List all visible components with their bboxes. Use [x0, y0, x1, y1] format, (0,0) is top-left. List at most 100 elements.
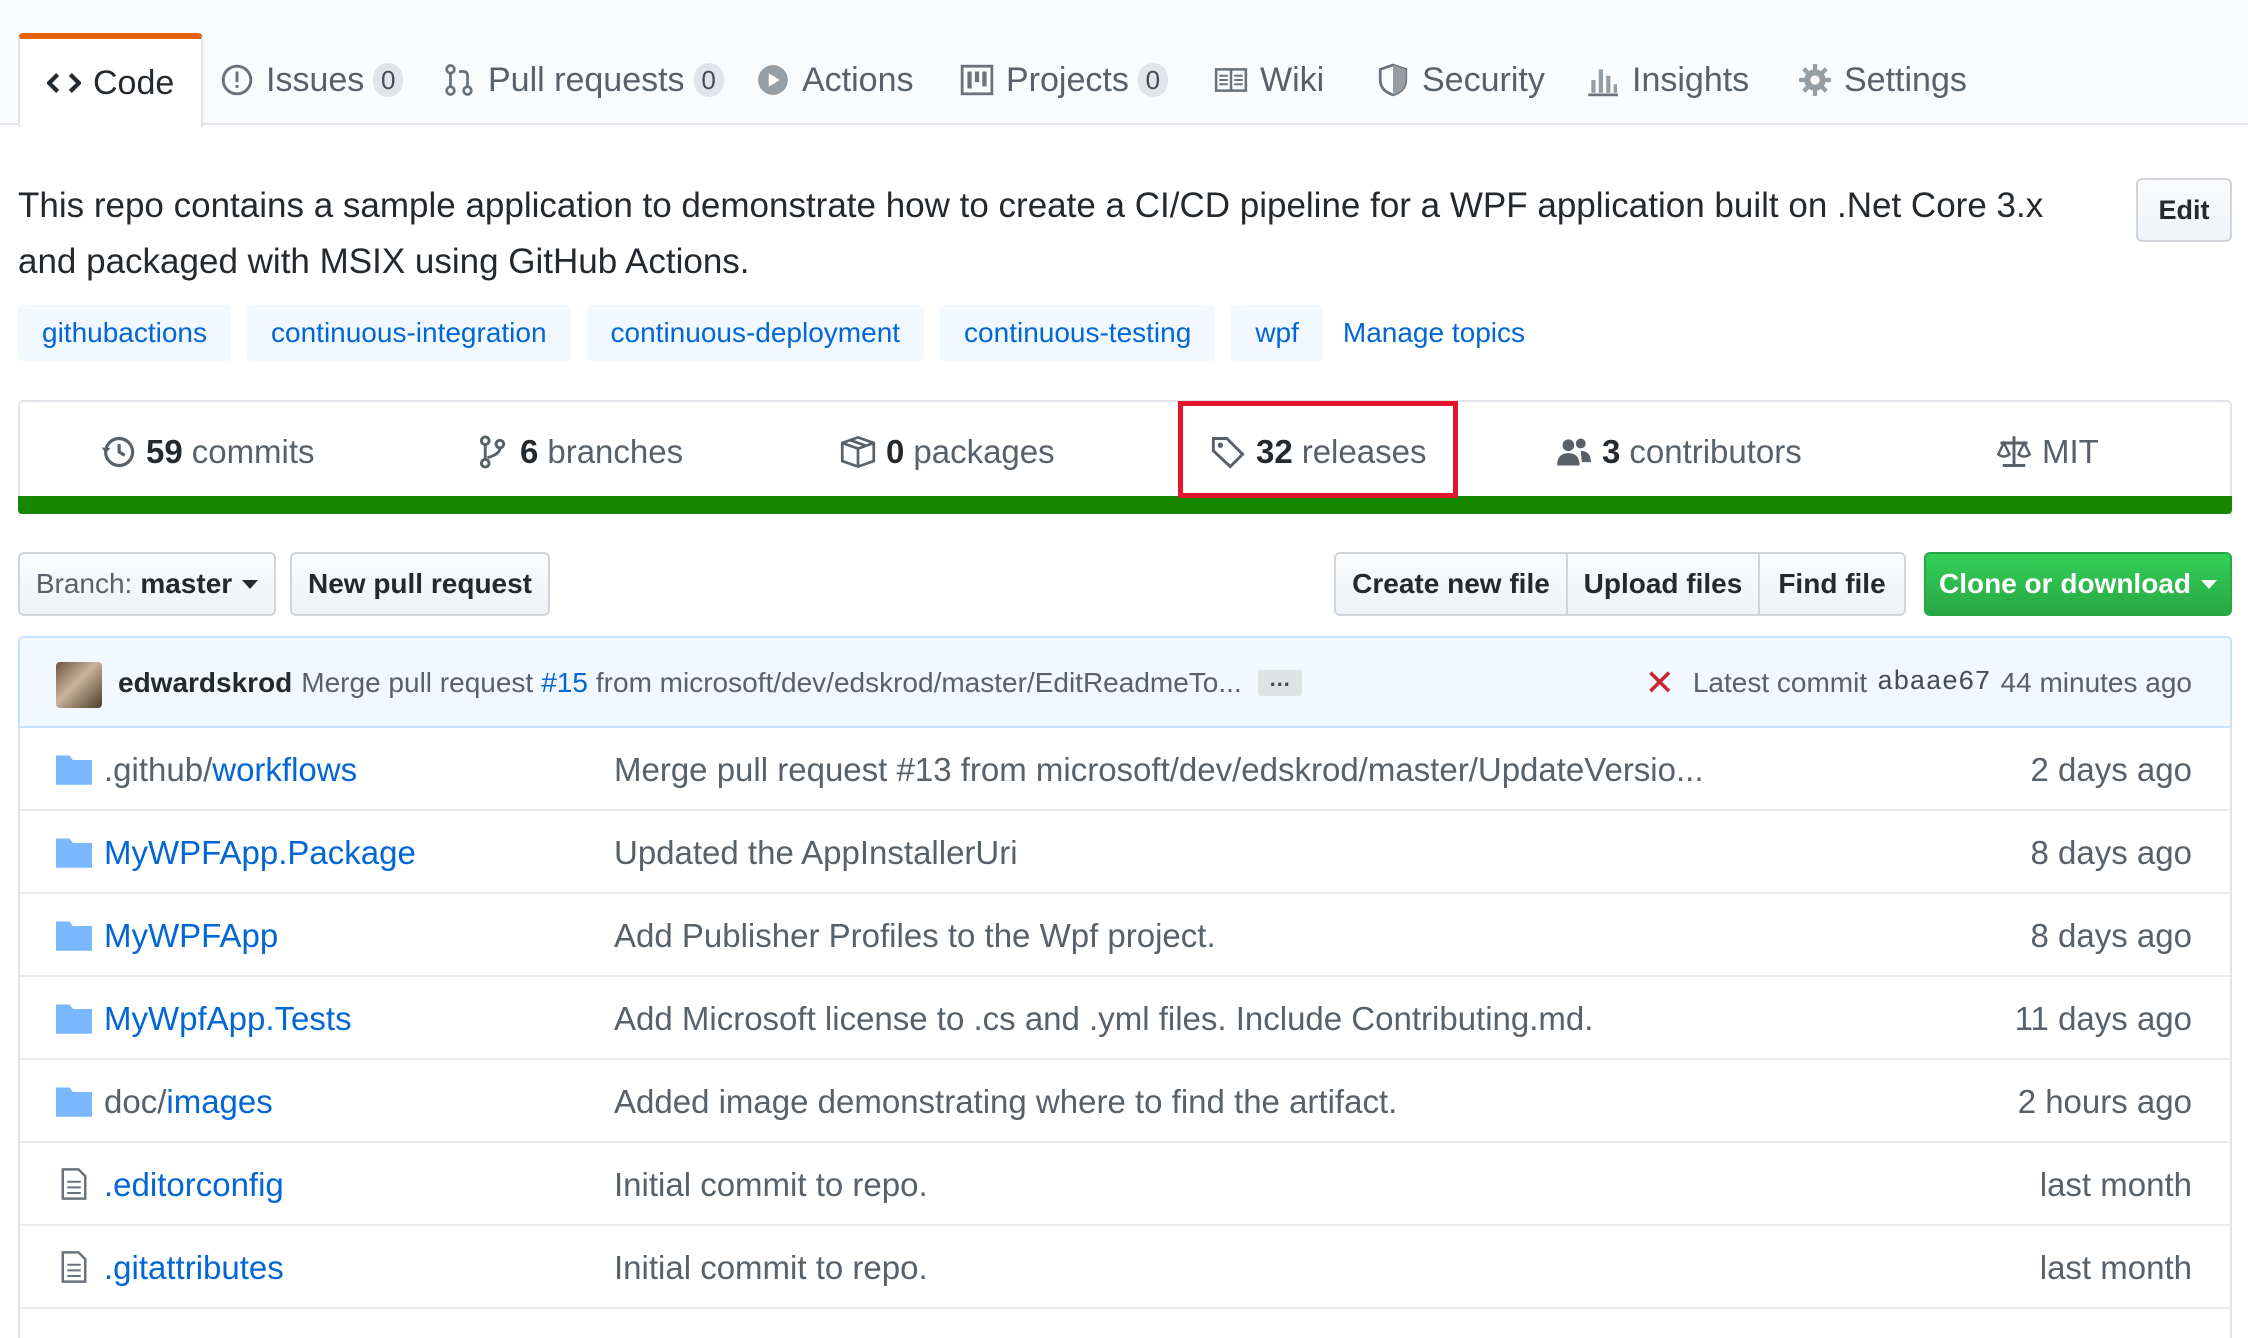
branch-name: master	[140, 568, 233, 599]
book-icon	[1214, 63, 1248, 97]
commit-author-link[interactable]: edwardskrod	[118, 667, 292, 699]
tab-code[interactable]: Code	[18, 33, 204, 127]
tab-projects[interactable]: Projects 0	[960, 33, 1168, 127]
expand-commit-button[interactable]: …	[1257, 668, 1302, 696]
commit-pr-link[interactable]: #15	[541, 667, 588, 699]
caret-down-icon	[2201, 579, 2217, 589]
commit-age: 44 minutes ago	[2000, 667, 2192, 698]
file-list: .github/workflows Merge pull request #13…	[18, 728, 2232, 1338]
caret-down-icon	[242, 579, 259, 589]
branches-label: branches	[547, 433, 684, 470]
law-icon	[1996, 434, 2032, 470]
file-age: 8 days ago	[2030, 916, 2192, 954]
branch-prefix: Branch:	[35, 568, 133, 599]
file-age: last month	[2039, 1248, 2192, 1286]
latest-commit-label: Latest commit	[1692, 667, 1868, 698]
commit-message-pre[interactable]: Merge pull request	[301, 667, 533, 699]
file-commit-message-link[interactable]: Initial commit to repo.	[614, 1226, 928, 1309]
pull-request-icon	[442, 63, 476, 97]
find-file-button[interactable]: Find file	[1758, 552, 1906, 616]
tab-pull-requests[interactable]: Pull requests 0	[442, 33, 724, 127]
file-name: images	[166, 1082, 273, 1120]
branch-icon	[474, 434, 510, 470]
issue-icon	[220, 63, 254, 97]
clone-or-download-button[interactable]: Clone or download	[1924, 552, 2232, 616]
file-icon	[56, 1250, 92, 1284]
license-link[interactable]: MIT	[1996, 402, 2099, 502]
file-name-link[interactable]: .github/workflows	[104, 728, 357, 811]
commits-label: commits	[191, 433, 315, 470]
commits-link[interactable]: 59 commits	[100, 402, 315, 502]
folder-icon	[56, 918, 92, 952]
file-commit-message-link[interactable]: Updated the AppInstallerUri	[614, 811, 1018, 894]
contributors-label: contributors	[1629, 433, 1802, 470]
shield-icon	[1376, 63, 1410, 97]
table-row: .github/workflows Merge pull request #13…	[20, 728, 2230, 811]
pull-requests-counter: 0	[693, 63, 724, 97]
upload-files-button[interactable]: Upload files	[1566, 552, 1760, 616]
file-name-link[interactable]: MyWPFApp.Package	[104, 811, 416, 894]
commit-sha-link[interactable]: abaae67	[1877, 668, 1990, 698]
file-age: 8 days ago	[2030, 833, 2192, 871]
file-commit-message-link[interactable]: Add Publisher Profiles to the Wpf projec…	[614, 894, 1216, 977]
tab-insights[interactable]: Insights	[1586, 33, 1749, 127]
commit-message-post[interactable]: from microsoft/dev/edskrod/master/EditRe…	[596, 667, 1242, 699]
branch-select-button[interactable]: Branch: master	[18, 552, 276, 616]
issues-counter: 0	[373, 63, 404, 97]
play-icon	[756, 63, 790, 97]
file-name-link[interactable]: doc/images	[104, 1060, 273, 1143]
tab-insights-label: Insights	[1632, 60, 1750, 99]
file-name-link[interactable]: MyWPFApp	[104, 894, 278, 977]
tab-pull-requests-label: Pull requests	[488, 60, 685, 99]
packages-count: 0	[886, 433, 905, 470]
graph-icon	[1586, 63, 1620, 97]
file-name-link[interactable]: .gitattributes	[104, 1226, 284, 1309]
language-bar[interactable]	[18, 496, 2232, 514]
file-commit-message-link[interactable]: Added image demonstrating where to find …	[614, 1060, 1397, 1143]
topic-list: githubactions continuous-integration con…	[18, 305, 1525, 361]
tab-settings[interactable]: Settings	[1798, 33, 1967, 127]
folder-icon	[56, 1084, 92, 1118]
x-icon[interactable]: ✕	[1645, 662, 1675, 704]
file-name: .gitattributes	[104, 1248, 284, 1286]
avatar[interactable]	[56, 662, 102, 708]
tab-actions[interactable]: Actions	[756, 33, 914, 127]
file-age: last month	[2039, 1165, 2192, 1203]
tab-settings-label: Settings	[1844, 60, 1967, 99]
file-age: 2 days ago	[2030, 750, 2192, 788]
table-row: MyWPFApp Add Publisher Profiles to the W…	[20, 894, 2230, 977]
create-new-file-button[interactable]: Create new file	[1334, 552, 1568, 616]
topic-tag[interactable]: githubactions	[18, 305, 232, 361]
contributors-count: 3	[1602, 433, 1621, 470]
new-pull-request-button[interactable]: New pull request	[290, 552, 550, 616]
folder-icon	[56, 1001, 92, 1035]
code-icon	[47, 66, 81, 100]
branches-count: 6	[520, 433, 539, 470]
edit-description-button[interactable]: Edit	[2136, 178, 2232, 242]
manage-topics-link[interactable]: Manage topics	[1343, 317, 1525, 349]
projects-counter: 0	[1137, 63, 1168, 97]
file-name-link[interactable]: .editorconfig	[104, 1143, 284, 1226]
file-commit-message-link[interactable]: Initial commit to repo.	[614, 1143, 928, 1226]
topic-tag[interactable]: wpf	[1231, 305, 1323, 361]
file-name: MyWPFApp.Package	[104, 833, 416, 871]
topic-tag[interactable]: continuous-deployment	[586, 305, 925, 361]
file-name: .editorconfig	[104, 1165, 284, 1203]
file-name-link[interactable]: MyWpfApp.Tests	[104, 977, 352, 1060]
tab-code-label: Code	[93, 63, 175, 102]
commits-count: 59	[146, 433, 183, 470]
topic-tag[interactable]: continuous-integration	[247, 305, 571, 361]
tab-issues[interactable]: Issues 0	[220, 33, 404, 127]
topic-tag[interactable]: continuous-testing	[940, 305, 1216, 361]
branches-link[interactable]: 6 branches	[474, 402, 683, 502]
tab-projects-label: Projects	[1006, 60, 1129, 99]
packages-link[interactable]: 0 packages	[840, 402, 1055, 502]
contributors-link[interactable]: 3 contributors	[1556, 402, 1802, 502]
file-age: 2 hours ago	[2017, 1082, 2192, 1120]
releases-highlight-box	[1178, 401, 1458, 498]
file-commit-message-link[interactable]: Add Microsoft license to .cs and .yml fi…	[614, 977, 1593, 1060]
tab-wiki[interactable]: Wiki	[1214, 33, 1324, 127]
tab-security[interactable]: Security	[1376, 33, 1545, 127]
file-commit-message-link[interactable]: Merge pull request #13 from microsoft/de…	[614, 728, 1704, 811]
table-row: MyWpfApp.Tests Add Microsoft license to …	[20, 977, 2230, 1060]
